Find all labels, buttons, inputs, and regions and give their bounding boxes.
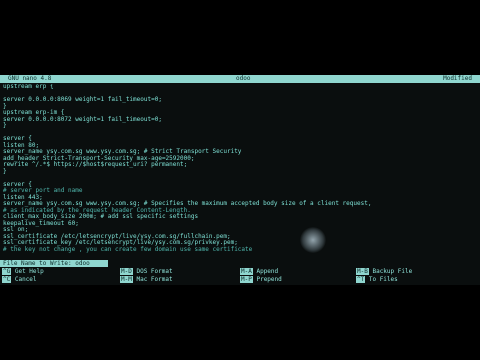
shortcut-cancel[interactable]: ^C Cancel [2,276,37,283]
comment-line[interactable]: # the key not change , you can create fe… [3,246,477,254]
shortcut-mac-format[interactable]: M-M Mac Format [120,276,173,283]
shortcut-to-files[interactable]: ^T To Files [356,276,398,283]
app-name: GNU nano 4.8 [8,75,52,82]
nano-titlebar: GNU nano 4.8 odoo Modified [0,75,480,83]
mouse-cursor-highlight [300,227,326,253]
shortcut-dos-format[interactable]: M-D DOS Format [120,268,173,275]
prompt-label: File Name to Write: [3,260,72,267]
filename-input[interactable]: odoo [75,260,89,267]
shortcut-bar: ^G Get Help ^C Cancel M-D DOS Format M-M… [0,268,480,284]
editor-buffer[interactable]: upstream erp {server 0.0.0.0:8069 weight… [3,84,477,258]
file-name: odoo [236,75,251,82]
shortcut-prepend[interactable]: M-P Prepend [240,276,282,283]
shortcut-append[interactable]: M-A Append [240,268,278,275]
shortcut-backup-file[interactable]: M-B Backup File [356,268,412,275]
modified-status: Modified [443,75,472,82]
shortcut-get-help[interactable]: ^G Get Help [2,268,44,275]
terminal-window[interactable]: GNU nano 4.8 odoo Modified upstream erp … [0,75,480,285]
filename-prompt[interactable]: File Name to Write: odoo [0,260,108,267]
